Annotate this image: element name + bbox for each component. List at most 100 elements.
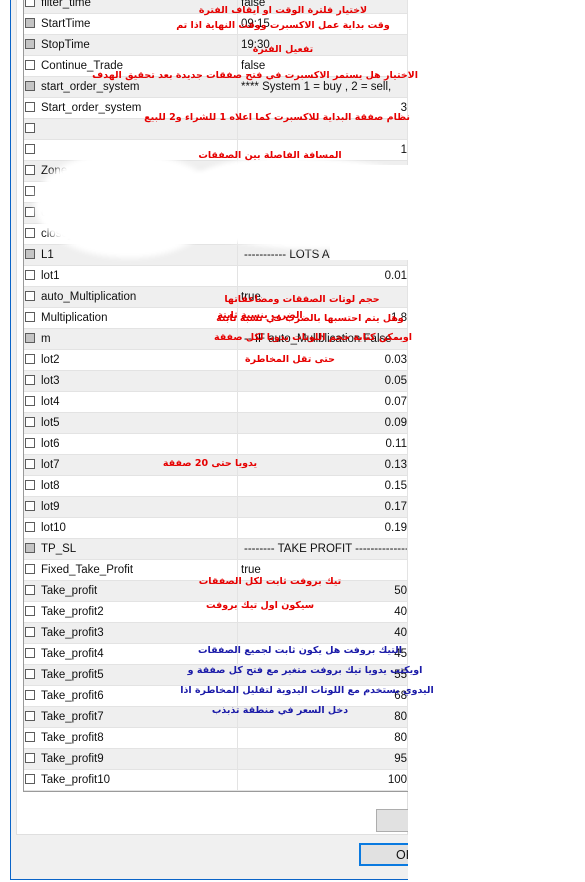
property-value-cell[interactable]: 0.01 [237, 265, 408, 287]
checkbox-icon[interactable] [25, 732, 35, 742]
checkbox-icon[interactable] [25, 165, 35, 175]
property-row[interactable] [24, 181, 408, 203]
property-label: TP_SL [41, 543, 77, 555]
checkbox-icon[interactable] [25, 669, 35, 679]
property-row[interactable]: lot5 0.09 [24, 412, 408, 434]
checkbox-icon[interactable] [25, 564, 35, 574]
checkbox-icon[interactable] [25, 522, 35, 532]
property-row[interactable]: close 0 [24, 202, 408, 224]
checkbox-icon[interactable] [25, 585, 35, 595]
property-row[interactable]: MagicNumber6666 [24, 790, 408, 791]
checkbox-icon[interactable] [25, 375, 35, 385]
checkbox-icon[interactable] [25, 102, 35, 112]
checkbox-icon[interactable] [25, 39, 35, 49]
property-value-cell[interactable]: 0.11 [237, 433, 408, 455]
property-row[interactable]: Take_profit10 100 [24, 769, 408, 791]
property-value-cell[interactable]: 0.05 [237, 370, 408, 392]
property-row[interactable]: Zone 20.0 [24, 160, 408, 182]
checkbox-icon[interactable] [25, 396, 35, 406]
property-value-cell[interactable]: ----------- LOTS AND RISK ------------ [237, 244, 408, 266]
checkbox-icon[interactable] [25, 543, 35, 553]
checkbox-icon[interactable] [25, 774, 35, 784]
checkbox-icon[interactable] [25, 438, 35, 448]
property-value-cell[interactable]: 80 [237, 727, 408, 749]
property-value: 100 [387, 774, 407, 786]
property-label: Take_profit9 [41, 753, 104, 765]
ok-button[interactable]: OK [359, 843, 408, 866]
property-label: Take_profit4 [41, 648, 104, 660]
property-value-cell[interactable]: 95 [237, 748, 408, 770]
checkbox-icon[interactable] [25, 0, 35, 7]
property-value-cell[interactable]: 0.17 [237, 496, 408, 518]
property-row[interactable]: Take_profit3 40 [24, 622, 408, 644]
property-label: StartTime [41, 18, 91, 30]
checkbox-icon[interactable] [25, 627, 35, 637]
property-value-cell[interactable]: 0 [237, 202, 408, 224]
property-label: Take_profit6 [41, 690, 104, 702]
property-value-cell[interactable] [237, 223, 408, 245]
checkbox-icon[interactable] [25, 480, 35, 490]
property-value-cell[interactable]: 0.07 [237, 391, 408, 413]
property-row[interactable]: lot3 0.05 [24, 370, 408, 392]
property-value-cell[interactable]: 0.19 [237, 517, 408, 539]
property-value-cell[interactable]: -------- TAKE PROFIT --------------- [237, 538, 408, 560]
property-row[interactable]: Take_profit8 80 [24, 727, 408, 749]
checkbox-icon[interactable] [25, 501, 35, 511]
checkbox-icon[interactable] [25, 144, 35, 154]
property-row[interactable]: lot1 0.01 [24, 265, 408, 287]
checkbox-icon[interactable] [25, 228, 35, 238]
property-value-cell[interactable]: 40 [237, 622, 408, 644]
property-label: lot9 [41, 501, 60, 513]
checkbox-icon[interactable] [25, 249, 35, 259]
property-value: 0 [400, 207, 407, 219]
property-label: auto_Multiplication [41, 291, 137, 303]
property-value-cell[interactable]: 20.0 [237, 160, 408, 182]
checkbox-icon[interactable] [25, 459, 35, 469]
checkbox-icon[interactable] [25, 60, 35, 70]
checkbox-icon[interactable] [25, 312, 35, 322]
annotation-text: وقت بداية عمل الاكسبرت ووقت النهاية اذا … [176, 20, 390, 31]
annotation-text: نظام صفقة البداية للاكسبرت كما اعلاه 1 ل… [144, 112, 410, 123]
checkbox-icon[interactable] [25, 606, 35, 616]
property-value-cell[interactable]: 0.09 [237, 412, 408, 434]
property-value: ----------- LOTS AND RISK ------------ [244, 249, 408, 261]
property-label: Fixed_Take_Profit [41, 564, 134, 576]
checkbox-icon[interactable] [25, 753, 35, 763]
annotation-text: تيك بروفت ثابت لكل الصفقات [198, 576, 342, 587]
annotation-text: حجم لوتات الصفقات ومضاعفاتها [224, 294, 380, 305]
property-row[interactable]: lot4 0.07 [24, 391, 408, 413]
property-row[interactable]: lot6 0.11 [24, 433, 408, 455]
annotation-text: اويكتب يدويا تيك بروفت متغير مع فتح كل ص… [187, 665, 423, 676]
checkbox-icon[interactable] [25, 690, 35, 700]
load-button[interactable]: Lo [376, 809, 408, 832]
property-row[interactable]: TP_SL -------- TAKE PROFIT --------------… [24, 538, 408, 560]
property-row[interactable]: lot9 0.17 [24, 496, 408, 518]
checkbox-icon[interactable] [25, 18, 35, 28]
checkbox-icon[interactable] [25, 417, 35, 427]
property-value-cell[interactable] [237, 181, 408, 203]
property-value-cell[interactable]: 0.15 [237, 475, 408, 497]
property-row[interactable]: close_ [24, 223, 408, 245]
checkbox-icon[interactable] [25, 207, 35, 217]
property-row[interactable]: L1 ----------- LOTS AND RISK ------------ [24, 244, 408, 266]
checkbox-icon[interactable] [25, 270, 35, 280]
property-name-cell: Take_profit3 [24, 622, 238, 644]
property-label: Multiplication [41, 312, 108, 324]
checkbox-icon[interactable] [25, 123, 35, 133]
property-row[interactable]: lot8 0.15 [24, 475, 408, 497]
checkbox-icon[interactable] [25, 333, 35, 343]
checkbox-icon[interactable] [25, 354, 35, 364]
property-value-cell[interactable]: 100 [237, 769, 408, 791]
property-name-cell: Take_profit8 [24, 727, 238, 749]
checkbox-icon[interactable] [25, 81, 35, 91]
checkbox-icon[interactable] [25, 291, 35, 301]
property-row[interactable]: Take_profit9 95 [24, 748, 408, 770]
property-value: 0.07 [384, 396, 407, 408]
property-row[interactable]: lot10 0.19 [24, 517, 408, 539]
property-value-cell[interactable]: 6666 [237, 790, 408, 791]
property-label: Take_profit3 [41, 627, 104, 639]
checkbox-icon[interactable] [25, 186, 35, 196]
checkbox-icon[interactable] [25, 648, 35, 658]
annotation-text: اوبمكن كتابة حجم اللوتات يدويا لكل صفقة [213, 332, 413, 343]
checkbox-icon[interactable] [25, 711, 35, 721]
